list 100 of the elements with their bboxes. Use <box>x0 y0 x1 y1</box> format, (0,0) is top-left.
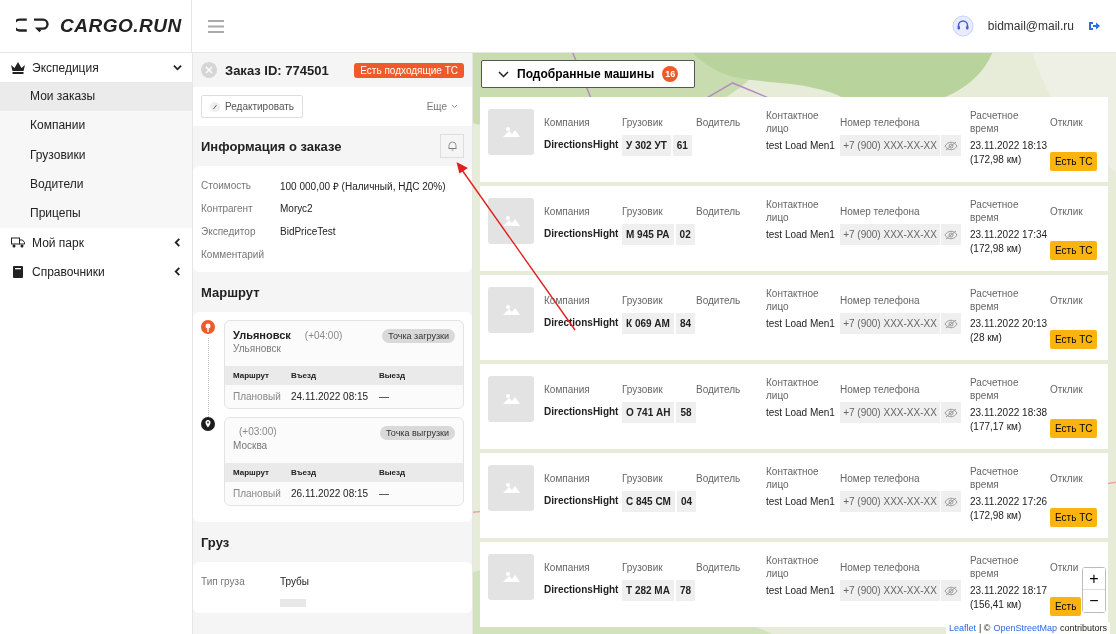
table-cell-text: 26.11.2022 08:15 <box>291 488 370 499</box>
response-button[interactable]: Есть ТС <box>1050 152 1098 171</box>
column-label: Грузовик <box>622 204 664 218</box>
phone-field: +7 (900) XXX-XX-XX <box>840 580 940 601</box>
image-placeholder-icon <box>488 554 534 600</box>
edit-button[interactable]: Редактировать <box>201 95 304 118</box>
crown-icon <box>11 61 25 74</box>
show-phone-button[interactable] <box>941 313 961 334</box>
show-phone-button[interactable] <box>941 135 961 156</box>
field-label: Тип груза <box>201 576 246 587</box>
column-label: Грузовик <box>622 293 664 307</box>
plate-number: О 741 АН <box>622 402 675 423</box>
chevron-left-icon <box>173 267 182 277</box>
column-label: Водитель <box>696 382 742 396</box>
column-label: Водитель <box>696 204 742 218</box>
column-label: Расчетное время <box>970 287 1020 313</box>
response-button[interactable]: Есть ТС <box>1050 419 1098 438</box>
field-label: Экспедитор <box>201 226 257 237</box>
phone-field: +7 (900) XXX-XX-XX <box>840 313 940 334</box>
image-placeholder-icon <box>488 376 534 422</box>
bell-icon <box>447 141 457 151</box>
column-header: Маршрут <box>233 371 270 380</box>
column-label: Расчетное время <box>970 465 1020 491</box>
count-badge: 16 <box>662 66 679 82</box>
estimated-time: 23.11.2022 17:34 (172,98 км) <box>970 228 1049 256</box>
osm-link[interactable]: OpenStreetMap <box>993 623 1057 633</box>
column-header: Въезд <box>291 468 318 477</box>
logout-icon[interactable] <box>1088 20 1100 32</box>
contact-name: test Load Men1 <box>766 228 836 242</box>
more-button[interactable]: Еще <box>420 100 464 113</box>
eye-slash-icon <box>944 318 958 329</box>
contact-name: test Load Men1 <box>766 406 836 420</box>
phone-field: +7 (900) XXX-XX-XX <box>840 224 940 245</box>
notification-button[interactable] <box>440 134 464 158</box>
phone-field: +7 (900) XXX-XX-XX <box>840 135 940 156</box>
company-name: DirectionsHight <box>544 583 620 595</box>
plate-region: 78 <box>675 580 696 601</box>
field-value: BidPriceTest <box>280 226 336 237</box>
column-header: Выезд <box>379 468 407 477</box>
chevron-left-icon <box>173 238 182 248</box>
plate-number: С 845 СМ <box>622 491 675 512</box>
eye-slash-icon <box>944 229 958 240</box>
table-cell-text: 24.11.2022 08:15 <box>291 391 370 402</box>
plate-region: 04 <box>676 491 696 512</box>
table-cell-text: Плановый <box>233 488 282 499</box>
contact-name: test Load Men1 <box>766 317 836 331</box>
plate-region: 84 <box>675 313 696 334</box>
nav-subitem[interactable]: Компании <box>0 111 192 141</box>
column-label: Номер телефона <box>840 293 921 307</box>
column-label: Контактное лицо <box>766 554 820 580</box>
support-icon[interactable] <box>951 15 974 37</box>
plate-region: 02 <box>675 224 695 245</box>
response-button[interactable]: Есть ТС <box>1050 241 1098 260</box>
leaflet-link[interactable]: Leaflet <box>948 623 976 633</box>
column-label: Отклик <box>1050 115 1084 129</box>
column-label: Контактное лицо <box>766 465 820 491</box>
nav-subitem[interactable]: Водители <box>0 169 192 200</box>
nav-item[interactable]: Мой парк <box>0 228 192 258</box>
column-label: Номер телефона <box>840 471 921 485</box>
response-button[interactable]: Есть ТС <box>1050 508 1098 527</box>
company-name: DirectionsHight <box>544 494 620 506</box>
eye-slash-icon <box>944 496 958 507</box>
region-name: Ульяновск <box>233 343 282 354</box>
zoom-in-button[interactable]: + <box>1083 568 1105 590</box>
response-button[interactable]: Есть <box>1050 597 1082 616</box>
chevron-down-icon <box>451 104 458 109</box>
estimated-time: 23.11.2022 18:17 (156,41 км) <box>970 584 1049 612</box>
show-phone-button[interactable] <box>941 491 961 512</box>
nav-item[interactable]: Экспедиция <box>0 53 192 82</box>
section-title: Маршрут <box>201 284 260 300</box>
nav-item[interactable]: Справочники <box>0 257 192 287</box>
estimated-time: 23.11.2022 17:26 (172,98 км) <box>970 495 1049 523</box>
matches-toggle[interactable]: Подобранные машины 16 <box>481 60 696 88</box>
nav-subitem[interactable]: Грузовики <box>0 140 192 170</box>
nav-subitem[interactable]: Мои заказы <box>0 82 192 112</box>
timezone: (+04:00) <box>303 330 343 341</box>
column-label: Водитель <box>696 293 742 307</box>
menu-icon[interactable] <box>208 19 224 33</box>
column-label: Водитель <box>696 471 742 485</box>
logo-icon <box>16 17 52 35</box>
close-icon[interactable] <box>201 62 217 78</box>
column-label: Расчетное время <box>970 198 1020 224</box>
point-tag: Точка загрузки <box>382 329 455 343</box>
response-button[interactable]: Есть ТС <box>1050 330 1098 349</box>
column-label: Грузовик <box>622 115 664 129</box>
column-label: Расчетное время <box>970 109 1020 135</box>
show-phone-button[interactable] <box>941 580 961 601</box>
field-value: 100 000,00 ₽ (Наличный, НДС 20%) <box>280 179 446 193</box>
order-title: Заказ ID: 774501 <box>225 62 329 78</box>
image-placeholder-icon <box>488 465 534 511</box>
show-phone-button[interactable] <box>941 402 961 423</box>
show-phone-button[interactable] <box>941 224 961 245</box>
column-label: Компания <box>544 471 591 485</box>
nav-subitem[interactable]: Прицепы <box>0 199 192 229</box>
column-label: Отклик <box>1050 293 1084 307</box>
table-cell-text: — <box>379 391 390 402</box>
column-label: Номер телефона <box>840 204 921 218</box>
image-placeholder-icon <box>488 198 534 244</box>
column-label: Контактное лицо <box>766 287 820 313</box>
column-label: Компания <box>544 204 591 218</box>
